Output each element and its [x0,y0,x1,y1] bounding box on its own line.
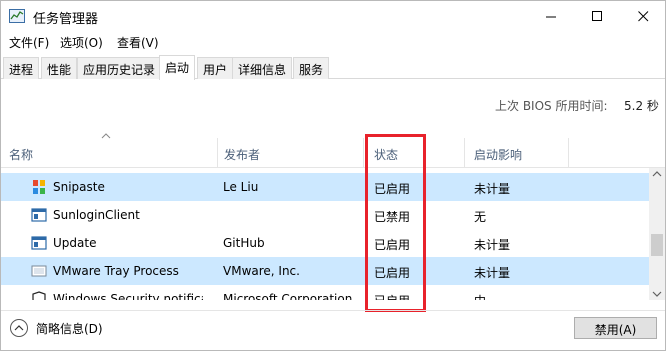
startup-list: Snipaste Le Liu 已启用 未计量 SunloginClient 已… [1,168,649,300]
row-name: Snipaste [53,180,105,194]
scroll-down-icon[interactable] [652,291,662,297]
row-name: VMware Tray Process [53,264,179,278]
title-bar: 任务管理器 [1,1,665,31]
table-row[interactable]: Snipaste Le Liu 已启用 未计量 [1,173,649,201]
vertical-scrollbar[interactable] [649,168,665,300]
tab-users[interactable]: 用户 [197,57,234,79]
column-header-publisher-label: 发布者 [224,148,261,162]
tab-services[interactable]: 服务 [293,57,330,79]
tab-performance[interactable]: 性能 [41,57,78,79]
table-row[interactable]: Update GitHub 已启用 未计量 [1,229,649,257]
vmware-icon [31,265,47,277]
tab-startup[interactable]: 启动 [159,55,196,80]
partial-app-icon [31,168,47,172]
tab-details[interactable]: 详细信息 [232,57,293,79]
app-window-icon [31,208,47,222]
row-name: Update [53,236,97,250]
table-row[interactable]: VMware Tray Process VMware, Inc. 已启用 未计量 [1,257,649,285]
column-header-impact[interactable]: 启动影响 [465,138,569,168]
table-row[interactable]: SunloginClient 已禁用 无 [1,201,649,229]
task-manager-window: 任务管理器 文件(F) 选项(O) 查看(V) 进程 性能 应用历史记录 启动 … [0,0,666,351]
fewer-details-link[interactable]: 简略信息(D) [36,320,103,337]
row-publisher: Microsoft Corporation [223,292,353,300]
bios-time-label: 上次 BIOS 所用时间: [495,99,608,113]
menu-options[interactable]: 选项(O) [60,34,103,51]
scrollbar-thumb[interactable] [651,234,663,256]
bios-time-value: 5.2 秒 [624,99,659,113]
maximize-icon [591,10,602,21]
row-status: 已启用 [374,238,411,252]
row-impact: 无 [474,210,487,224]
row-impact: 中 [474,292,486,300]
column-header-publisher[interactable]: 发布者 [218,138,364,168]
menu-bar: 文件(F) 选项(O) 查看(V) [1,31,665,53]
table-row[interactable]: Windows Security notifica... Microsoft C… [1,285,649,300]
task-manager-app-icon [9,9,25,23]
row-status: 已启用 [374,292,410,300]
row-status: 已启用 [374,182,411,196]
column-header-status[interactable]: 状态 [364,138,465,168]
snipaste-icon [33,180,45,194]
maximize-button[interactable] [574,1,620,31]
menu-view[interactable]: 查看(V) [117,34,159,51]
row-impact: 未计量 [474,238,511,252]
row-status: 已启用 [374,266,411,280]
minimize-button[interactable] [528,1,574,31]
chevron-up-icon [14,325,24,331]
disable-button[interactable]: 禁用(A) [574,317,657,339]
row-publisher: GitHub [223,236,265,250]
shield-icon [32,291,46,300]
column-header-name-label: 名称 [9,148,34,162]
fewer-details-toggle[interactable] [10,319,28,337]
bottom-bar: 简略信息(D) 禁用(A) [1,310,665,350]
column-header-impact-label: 启动影响 [474,148,523,162]
window-title: 任务管理器 [33,12,99,27]
row-name: SunloginClient [53,208,140,222]
tab-bar: 进程 性能 应用历史记录 启动 用户 详细信息 服务 [1,55,665,80]
row-name: Windows Security notifica... [53,292,203,300]
column-header-status-label: 状态 [374,148,399,162]
row-impact: 未计量 [474,266,511,280]
row-publisher: Le Liu [223,180,259,194]
row-status: 已禁用 [374,210,411,224]
minimize-icon [545,16,556,17]
close-button[interactable] [620,1,666,31]
row-publisher: VMware, Inc. [223,264,300,278]
scroll-up-icon[interactable] [652,171,662,177]
tab-processes[interactable]: 进程 [3,57,40,79]
menu-file[interactable]: 文件(F) [9,34,49,51]
column-header-row: 名称 发布者 状态 启动影响 [1,138,665,168]
app-window-icon [31,236,47,250]
column-header-name[interactable]: 名称 [1,138,218,168]
row-impact: 未计量 [474,182,511,196]
close-icon [637,10,648,21]
tab-app-history[interactable]: 应用历史记录 [77,57,162,79]
